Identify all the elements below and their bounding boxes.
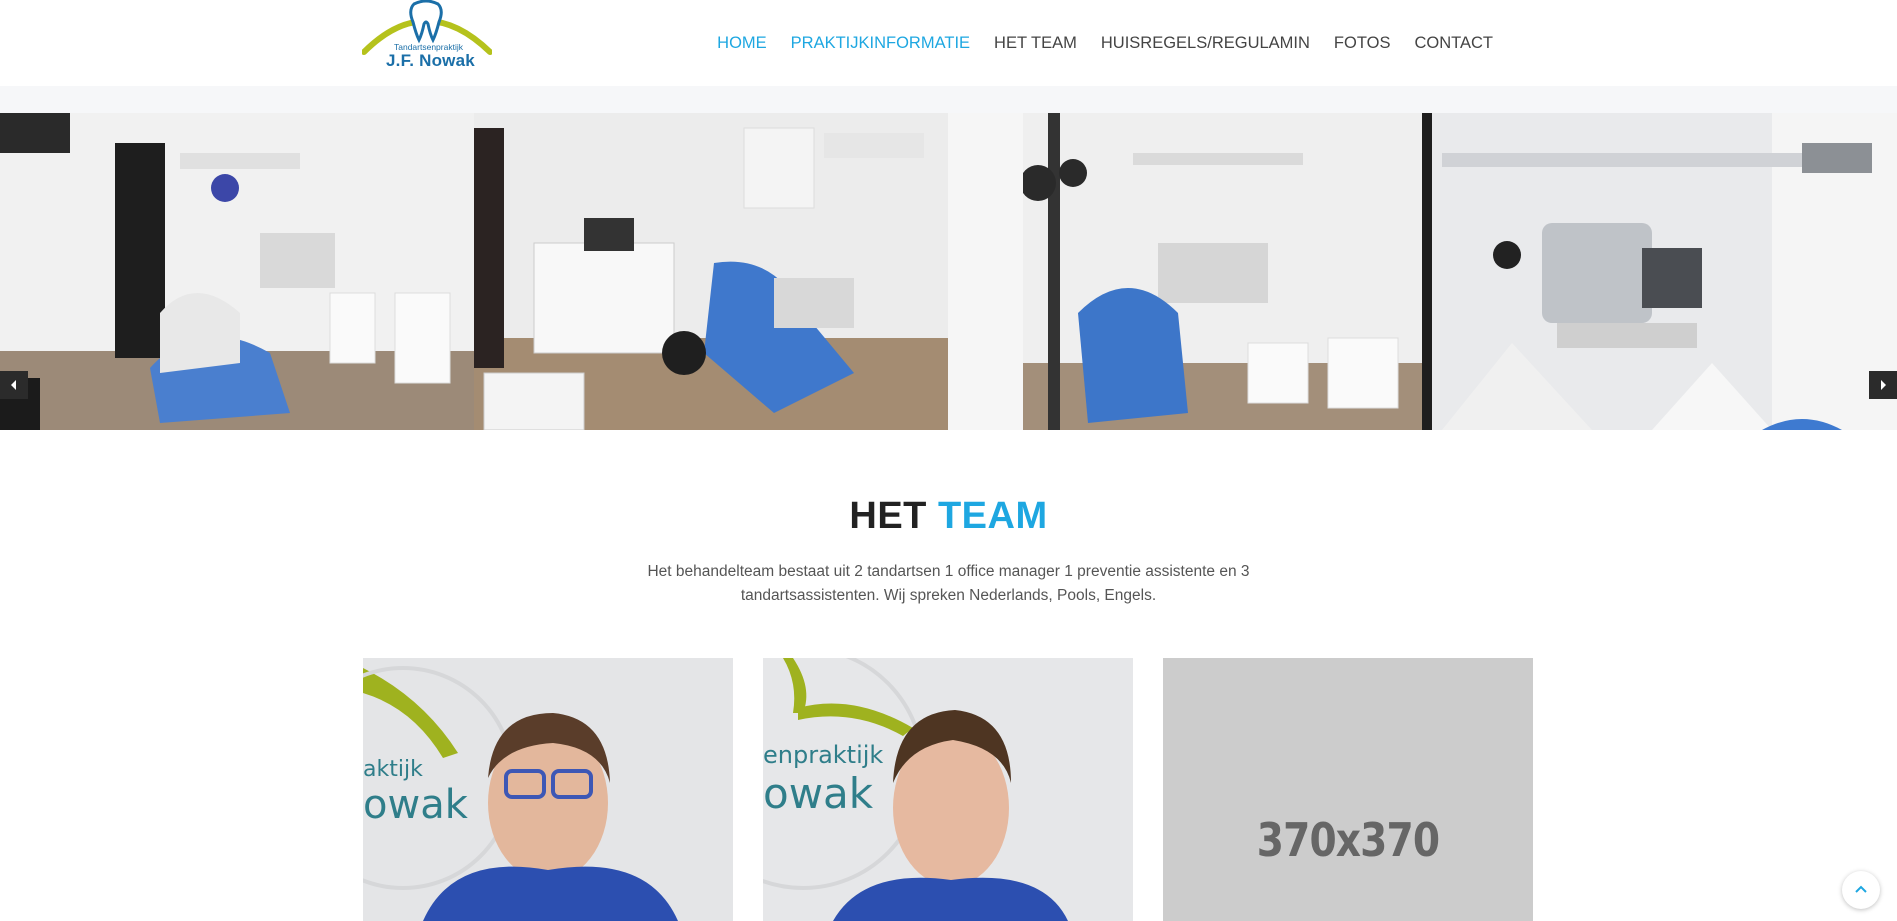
main-nav: HOME PRAKTIJKINFORMATIE HET TEAM HUISREG… (705, 30, 1505, 56)
site-header: Tandartsenpraktijk J.F. Nowak HOME PRAKT… (0, 0, 1897, 86)
practice-logo[interactable]: Tandartsenpraktijk J.F. Nowak (362, 0, 492, 72)
svg-text:enpraktijk: enpraktijk (763, 741, 883, 769)
chevron-up-icon (1855, 885, 1867, 893)
svg-text:owak: owak (363, 782, 469, 828)
team-member-photo[interactable]: aktijk owak (363, 658, 733, 921)
portrait-image: aktijk owak (363, 658, 733, 921)
dental-room-image (0, 113, 474, 430)
team-description: Het behandelteam bestaat uit 2 tandartse… (647, 563, 1250, 604)
nav-item-home[interactable]: HOME (705, 30, 779, 56)
svg-text:owak: owak (763, 769, 874, 818)
team-member-photo[interactable]: enpraktijk owak (763, 658, 1133, 921)
dental-room-image (1422, 113, 1897, 430)
dental-room-image (474, 113, 948, 430)
nav-item-fotos[interactable]: FOTOS (1322, 30, 1403, 56)
team-heading: HET TEAM (0, 495, 1897, 538)
chevron-left-icon (11, 380, 16, 390)
slide-photo (948, 113, 1422, 430)
back-to-top-button[interactable] (1842, 871, 1880, 909)
team-heading-part1: HET (849, 495, 927, 537)
slide-photo (0, 113, 474, 430)
slide-photo (474, 113, 948, 430)
nav-item-huisregels[interactable]: HUISREGELS/REGULAMIN (1089, 30, 1322, 56)
chevron-right-icon (1881, 380, 1886, 390)
team-member-placeholder: 370x370 (1163, 658, 1533, 921)
photo-slider (0, 113, 1897, 430)
slider-next-button[interactable] (1869, 371, 1897, 399)
slide-photo (1422, 113, 1897, 430)
nav-item-het-team[interactable]: HET TEAM (982, 30, 1089, 56)
portrait-image: enpraktijk owak (763, 658, 1133, 921)
svg-text:aktijk: aktijk (363, 757, 423, 782)
dental-room-image (948, 113, 1422, 430)
header-divider-band (0, 86, 1897, 113)
nav-item-contact[interactable]: CONTACT (1402, 30, 1505, 56)
slider-prev-button[interactable] (0, 371, 28, 399)
placeholder-size-label: 370x370 (1256, 813, 1440, 867)
team-heading-part2: TEAM (937, 495, 1048, 537)
logo-name: J.F. Nowak (386, 51, 475, 70)
nav-item-praktijkinformatie[interactable]: PRAKTIJKINFORMATIE (779, 30, 982, 56)
